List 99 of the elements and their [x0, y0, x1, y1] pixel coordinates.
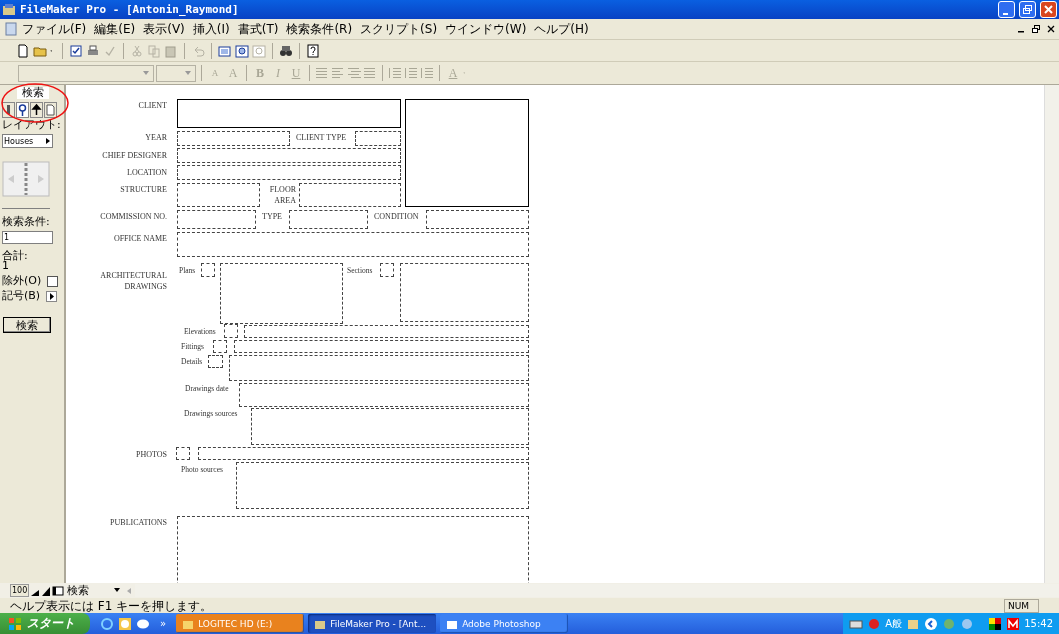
field-label: TYPE	[262, 211, 283, 222]
form-field[interactable]	[244, 325, 529, 338]
form-field[interactable]	[176, 447, 190, 460]
menu-item[interactable]: 編集(E)	[90, 20, 140, 38]
book-icon[interactable]	[2, 161, 50, 197]
total-label: 合計:	[2, 250, 29, 262]
field-label: COMMISSION NO.	[99, 211, 167, 222]
form-field[interactable]	[198, 447, 529, 460]
symbols-label: 記号(B)	[2, 290, 41, 302]
minimize-button[interactable]	[998, 1, 1015, 18]
field-label: YEAR	[144, 132, 167, 143]
help-icon[interactable]	[306, 43, 320, 58]
clock: 15:42	[1024, 618, 1053, 629]
find-requests-label: 検索条件:	[2, 216, 51, 228]
restore-icon[interactable]	[1031, 24, 1041, 34]
omit-checkbox[interactable]	[47, 275, 59, 287]
taskbar-button[interactable]: Adobe Photoshop	[440, 614, 569, 633]
restore-icon	[1023, 5, 1032, 14]
mail-icon[interactable]	[1006, 616, 1021, 631]
right-arrow-icon	[43, 136, 52, 146]
field-label: ARCHITECTURAL DRAWINGS	[99, 270, 167, 292]
mode-tab[interactable]: 検索	[16, 87, 49, 99]
form-field[interactable]	[220, 263, 343, 324]
layout-popup[interactable]: Houses	[2, 134, 53, 148]
menu-item[interactable]: ウインドウ(W)	[441, 20, 531, 38]
mode-selector[interactable]: 検索	[65, 584, 124, 597]
field-label: FLOOR AREA	[268, 184, 296, 206]
field-label: LOCATION	[126, 167, 167, 178]
request-number-field[interactable]: 1	[2, 231, 53, 244]
field-label: CLIENT	[137, 100, 167, 111]
form-field[interactable]	[177, 210, 256, 229]
restore-button[interactable]	[1019, 1, 1036, 18]
total-value: 1	[2, 260, 9, 272]
form-field[interactable]	[177, 131, 290, 146]
form-field[interactable]	[177, 148, 401, 163]
horizontal-scrollbar[interactable]	[135, 584, 1059, 597]
menu-item[interactable]: 検索条件(R)	[282, 20, 357, 38]
right-arrow-icon	[48, 292, 55, 300]
symbols-button[interactable]	[46, 290, 58, 302]
form-field[interactable]	[380, 263, 394, 277]
menu-item[interactable]: スクリプト(S)	[356, 20, 442, 38]
menu-item[interactable]: ヘルプ(H)	[530, 20, 593, 38]
keyboard-icon[interactable]	[849, 617, 864, 630]
form-field[interactable]	[177, 99, 401, 128]
app-icon	[2, 2, 16, 17]
form-field[interactable]	[224, 324, 238, 338]
form-field[interactable]	[208, 355, 223, 368]
form-field[interactable]	[236, 462, 529, 509]
menu-item[interactable]: 表示(V)	[139, 20, 189, 38]
field-label: STRUCTURE	[119, 184, 167, 195]
search-icon[interactable]	[16, 102, 29, 118]
form-field[interactable]	[234, 340, 529, 353]
form-field[interactable]	[201, 263, 215, 277]
chevron[interactable]: »	[160, 618, 167, 629]
layout-label: レイアウト:	[2, 119, 62, 131]
num-lock-indicator: NUM	[1004, 598, 1039, 613]
field-label: PUBLICATIONS	[109, 517, 167, 528]
printer-icon[interactable]	[86, 43, 100, 58]
form-field[interactable]	[177, 183, 260, 207]
form-field[interactable]	[426, 210, 529, 229]
windows-logo-icon	[8, 616, 22, 631]
close-icon	[1044, 5, 1053, 14]
find-button[interactable]: 検索	[3, 317, 51, 333]
checkbox-icon[interactable]	[69, 43, 83, 58]
form-field[interactable]	[299, 183, 401, 207]
zoom-level[interactable]: 100	[10, 584, 30, 597]
form-field[interactable]	[239, 383, 529, 407]
form-field[interactable]	[177, 232, 529, 257]
minimize-icon	[1002, 12, 1008, 15]
form-field[interactable]	[177, 165, 401, 180]
close-icon[interactable]	[1047, 24, 1055, 34]
menu-item[interactable]: ファイル(F)	[18, 20, 91, 38]
help-hint: ヘルプ表示には F1 キーを押します。	[10, 598, 214, 613]
form-field[interactable]	[213, 340, 227, 353]
field-label: CHIEF DESIGNER	[101, 150, 167, 161]
status-area-toggle-icon[interactable]	[52, 584, 65, 597]
menu-item[interactable]: 書式(T)	[233, 20, 283, 38]
form-field[interactable]	[229, 355, 529, 381]
new-document-icon[interactable]	[16, 43, 30, 58]
omit-label: 除外(O)	[2, 275, 42, 287]
vertical-scrollbar[interactable]	[1044, 85, 1059, 583]
up-arrow-icon[interactable]	[30, 102, 43, 118]
taskbar-button[interactable]: FileMaker Pro - [Ant...	[308, 614, 437, 633]
menu-item[interactable]: 挿入(I)	[188, 20, 234, 38]
field-label: OFFICE NAME	[112, 233, 167, 244]
form-field[interactable]	[400, 263, 529, 322]
form-field[interactable]	[289, 210, 368, 229]
close-button[interactable]	[1040, 1, 1057, 18]
page-icon[interactable]	[44, 102, 57, 118]
find-mode-icon[interactable]	[235, 43, 249, 58]
field-label: PHOTOS	[135, 449, 167, 460]
flag-icon[interactable]	[988, 616, 1003, 631]
field-label: CONDITION	[374, 211, 420, 222]
image-field[interactable]	[405, 99, 529, 207]
binoculars-icon[interactable]	[279, 43, 293, 58]
window-title: FileMaker Pro - [Antonin_Raymond]	[20, 3, 240, 16]
form-field[interactable]	[355, 131, 401, 146]
field-label: CLIENT TYPE	[296, 132, 348, 143]
form-field[interactable]	[251, 408, 529, 445]
